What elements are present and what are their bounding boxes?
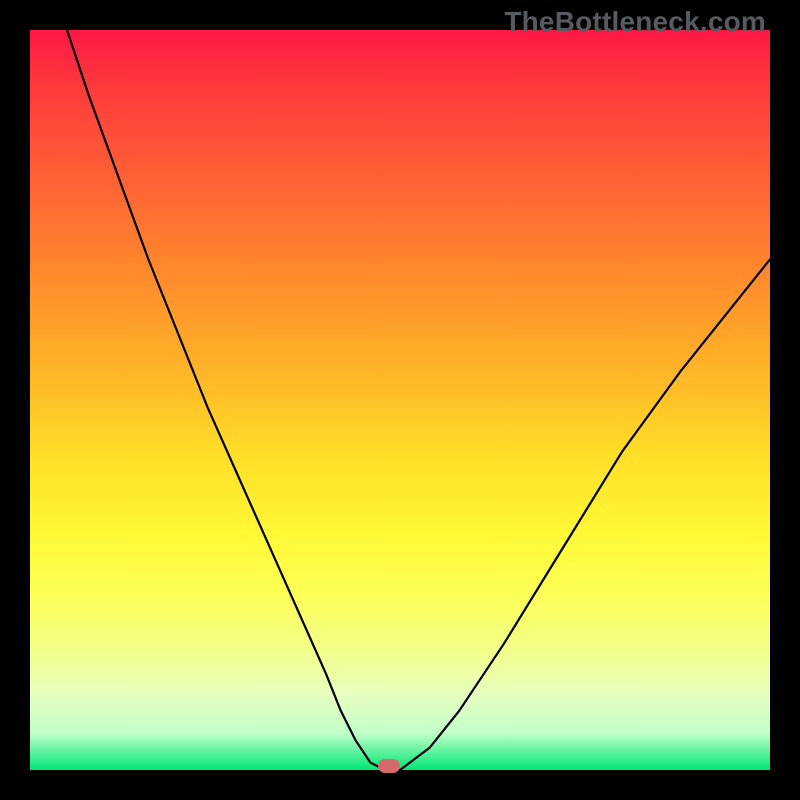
plot-area bbox=[30, 30, 770, 770]
bottleneck-marker bbox=[378, 759, 400, 773]
watermark-text: TheBottleneck.com bbox=[504, 6, 766, 38]
chart-frame: TheBottleneck.com bbox=[0, 0, 800, 800]
bottleneck-curve bbox=[30, 30, 770, 770]
